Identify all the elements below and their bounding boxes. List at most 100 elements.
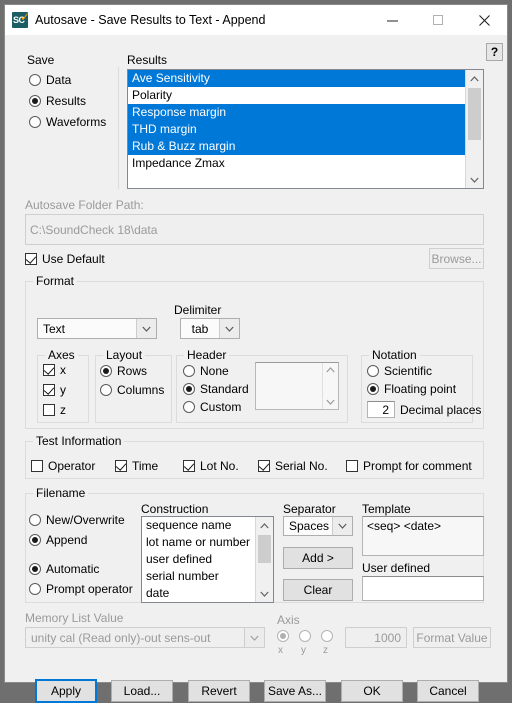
cancel-button[interactable]: Cancel xyxy=(417,680,479,702)
template-field[interactable]: <seq> <date> xyxy=(362,516,484,556)
list-item[interactable]: Ave Sensitivity xyxy=(128,70,465,87)
radio-axis-z[interactable] xyxy=(321,630,338,642)
custom-header-textarea[interactable] xyxy=(255,362,339,410)
chevron-down-icon[interactable] xyxy=(332,517,352,535)
close-button[interactable] xyxy=(461,5,507,35)
chevron-down-icon[interactable] xyxy=(219,319,239,338)
radio-label: Custom xyxy=(200,400,241,414)
scroll-down-icon[interactable] xyxy=(326,395,335,409)
checkmark-icon: ✓ xyxy=(19,13,28,22)
save-as-button[interactable]: Save As... xyxy=(264,680,326,702)
layout-group-label: Layout xyxy=(103,348,145,362)
checkbox-serial-no[interactable]: Serial No. xyxy=(258,459,328,473)
list-item[interactable]: Response margin xyxy=(128,104,465,121)
list-item[interactable]: Rub & Buzz margin xyxy=(128,138,465,155)
radio-append[interactable]: Append xyxy=(29,533,87,547)
checkbox-box xyxy=(258,460,270,472)
axis-value-field[interactable]: 1000 xyxy=(345,627,407,648)
browse-button[interactable]: Browse... xyxy=(429,248,484,269)
radio-axis-z-label: z xyxy=(323,645,328,656)
separator-value: Spaces xyxy=(284,519,332,533)
list-item[interactable]: lot name or number xyxy=(142,534,255,551)
radio-dot xyxy=(29,534,41,546)
radio-dot xyxy=(29,514,41,526)
radio-dot xyxy=(299,630,311,642)
add-button[interactable]: Add > xyxy=(283,547,353,569)
radio-layout-columns[interactable]: Columns xyxy=(100,383,164,397)
scrollbar-thumb[interactable] xyxy=(258,535,271,563)
results-scrollbar[interactable] xyxy=(465,70,483,188)
checkbox-label: y xyxy=(60,383,66,397)
user-defined-field[interactable] xyxy=(362,576,484,601)
radio-layout-rows[interactable]: Rows xyxy=(100,364,147,378)
radio-label: Data xyxy=(46,73,71,87)
results-listbox[interactable]: Ave Sensitivity Polarity Response margin… xyxy=(127,69,484,189)
format-type-combo[interactable]: Text xyxy=(37,318,157,339)
clear-button[interactable]: Clear xyxy=(283,579,353,601)
radio-label: Scientific xyxy=(384,364,432,378)
radio-header-none[interactable]: None xyxy=(183,364,229,378)
delimiter-combo[interactable]: tab xyxy=(180,318,240,339)
apply-button[interactable]: Apply xyxy=(35,679,97,703)
radio-dot xyxy=(183,365,195,377)
use-default-checkbox[interactable]: Use Default xyxy=(25,252,105,266)
memory-list-value-combo[interactable]: unity cal (Read only)-out sens-out xyxy=(25,627,265,648)
checkbox-prompt-for-comment[interactable]: Prompt for comment xyxy=(346,459,472,473)
radio-notation-floating-point[interactable]: Floating point xyxy=(367,382,456,396)
checkbox-lot-no[interactable]: Lot No. xyxy=(183,459,239,473)
checkbox-axis-y[interactable]: y xyxy=(43,383,66,397)
help-button[interactable]: ? xyxy=(486,43,503,61)
checkbox-operator[interactable]: Operator xyxy=(31,459,95,473)
radio-notation-scientific[interactable]: Scientific xyxy=(367,364,432,378)
decimal-places-input[interactable]: 2 xyxy=(367,401,395,418)
load-button[interactable]: Load... xyxy=(111,680,173,702)
radio-new-overwrite[interactable]: New/Overwrite xyxy=(29,513,125,527)
construction-scrollbar[interactable] xyxy=(255,517,273,602)
checkbox-time[interactable]: Time xyxy=(115,459,158,473)
chevron-down-icon[interactable] xyxy=(136,319,156,338)
list-item[interactable]: Impedance Zmax xyxy=(128,155,465,172)
checkbox-label: Lot No. xyxy=(200,459,239,473)
radio-label: Waveforms xyxy=(46,115,106,129)
list-item[interactable]: sequence name xyxy=(142,517,255,534)
chevron-down-icon[interactable] xyxy=(244,628,264,647)
radio-save-data[interactable]: Data xyxy=(29,73,71,87)
radio-dot xyxy=(367,383,379,395)
construction-listbox[interactable]: sequence name lot name or number user de… xyxy=(141,516,274,603)
checkbox-box xyxy=(43,364,55,376)
checkbox-axis-x[interactable]: x xyxy=(43,363,66,377)
radio-save-waveforms[interactable]: Waveforms xyxy=(29,115,106,129)
scroll-up-icon[interactable] xyxy=(466,70,483,87)
minimize-button[interactable] xyxy=(369,5,415,35)
format-value-button[interactable]: Format Value xyxy=(413,627,491,648)
construction-label: Construction xyxy=(141,502,208,516)
separator-combo[interactable]: Spaces xyxy=(283,516,353,536)
radio-prompt-operator[interactable]: Prompt operator xyxy=(29,582,133,596)
radio-header-custom[interactable]: Custom xyxy=(183,400,241,414)
maximize-button[interactable] xyxy=(415,5,461,35)
scrollbar-thumb[interactable] xyxy=(468,88,481,140)
radio-axis-x[interactable] xyxy=(277,630,294,642)
custom-header-scrollbar[interactable] xyxy=(322,363,338,409)
folder-path-field[interactable]: C:\SoundCheck 18\data xyxy=(25,214,484,245)
memory-list-value-label: Memory List Value xyxy=(25,611,123,625)
scroll-up-icon[interactable] xyxy=(326,363,335,377)
radio-header-standard[interactable]: Standard xyxy=(183,382,249,396)
checkbox-label: Operator xyxy=(48,459,95,473)
radio-dot xyxy=(29,116,41,128)
list-item[interactable]: Polarity xyxy=(128,87,465,104)
scroll-down-icon[interactable] xyxy=(256,585,273,602)
radio-automatic[interactable]: Automatic xyxy=(29,562,99,576)
scroll-up-icon[interactable] xyxy=(256,517,273,534)
checkbox-axis-z[interactable]: z xyxy=(43,403,66,417)
checkbox-box xyxy=(43,404,55,416)
radio-axis-y[interactable] xyxy=(299,630,316,642)
list-item[interactable]: THD margin xyxy=(128,121,465,138)
list-item[interactable]: serial number xyxy=(142,568,255,585)
ok-button[interactable]: OK xyxy=(341,680,403,702)
list-item[interactable]: user defined xyxy=(142,551,255,568)
list-item[interactable]: date xyxy=(142,585,255,602)
radio-save-results[interactable]: Results xyxy=(29,94,86,108)
scroll-down-icon[interactable] xyxy=(466,171,483,188)
revert-button[interactable]: Revert xyxy=(188,680,250,702)
